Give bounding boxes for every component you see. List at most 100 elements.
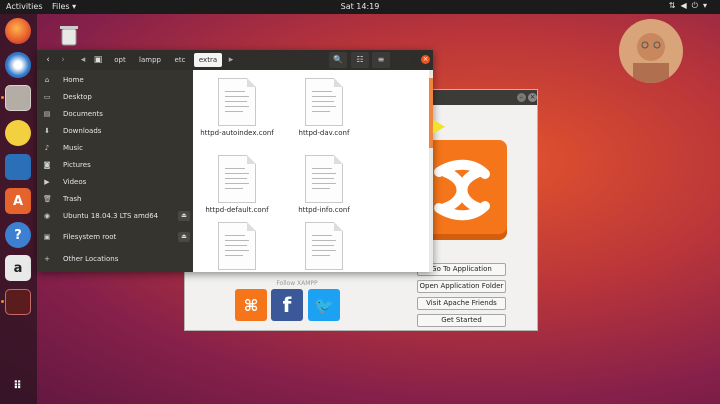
eject-icon[interactable]: ⏏ (178, 232, 190, 242)
sidebar-item-ubuntu-disc[interactable]: ◉ Ubuntu 18.04.3 LTS amd64 ⏏ (37, 208, 193, 224)
system-tray[interactable]: ⇅◀⏻▾ (669, 1, 712, 11)
file-item[interactable] (280, 222, 368, 272)
rhythmbox-icon[interactable] (5, 120, 31, 146)
search-button[interactable]: 🔍 (329, 52, 347, 68)
sidebar-item-pictures[interactable]: ◙ Pictures (37, 157, 193, 173)
sidebar-item-label: Other Locations (63, 255, 119, 263)
sidebar-item-music[interactable]: ♪ Music (37, 140, 193, 156)
thunderbird-icon[interactable] (5, 52, 31, 78)
documents-icon: ▤ (43, 110, 51, 118)
home-icon: ⌂ (44, 76, 50, 84)
sidebar: ⌂ Home ▭ Desktop ▤ Documents ⬇ Downloads ♪ Mu… (37, 70, 193, 272)
running-indicator (1, 96, 4, 99)
breadcrumb-lampp[interactable]: lampp (135, 53, 165, 67)
videos-icon: ▶ (44, 178, 50, 186)
firefox-icon[interactable] (5, 18, 31, 44)
sidebar-item-downloads[interactable]: ⬇ Downloads (37, 123, 193, 139)
chevron-down-icon: ▾ (72, 2, 77, 11)
follow-label: Follow XAMPP (276, 280, 318, 287)
facebook-icon[interactable]: f (271, 289, 303, 321)
file-item[interactable] (193, 222, 281, 272)
app-menu-files[interactable]: Files ▾ (52, 2, 76, 11)
network-icon: ⇅ (668, 1, 681, 10)
sidebar-item-label: Videos (63, 178, 87, 186)
scrollbar[interactable] (429, 70, 433, 272)
sidebar-item-label: Home (63, 76, 84, 84)
clock[interactable]: Sat 14:19 (341, 2, 380, 11)
twitter-icon[interactable]: 🐦 (308, 289, 340, 321)
desktop-trash-icon[interactable] (58, 24, 80, 46)
text-file-icon (305, 222, 343, 270)
sidebar-item-filesystem-root[interactable]: ▣ Filesystem root ⏏ (37, 229, 193, 245)
sidebar-item-label: Downloads (63, 127, 102, 135)
file-grid: httpd-autoindex.conf httpd-dav.conf http… (193, 70, 429, 272)
desktop-icon: ▭ (43, 93, 51, 101)
trash-icon: 🗑 (43, 195, 52, 203)
drive-crumb-icon[interactable]: ▣ (92, 53, 104, 67)
amazon-icon[interactable]: a (5, 255, 31, 281)
avatar (619, 19, 683, 83)
plus-icon: + (44, 255, 50, 263)
disc-icon: ◉ (43, 212, 51, 220)
downloads-icon: ⬇ (44, 127, 50, 135)
sidebar-item-label: Filesystem root (63, 233, 117, 241)
activities-button[interactable]: Activities (6, 2, 43, 11)
sidebar-item-label: Trash (63, 195, 82, 203)
eject-icon[interactable]: ⏏ (178, 211, 190, 221)
headerbar: ‹ › ◂ ▣ opt lampp etc extra ▸ 🔍 ☷ ≡ – □ … (37, 50, 433, 70)
xampp-dock-icon[interactable] (5, 289, 31, 315)
show-applications-icon[interactable]: ⠿ (5, 372, 31, 398)
sidebar-item-home[interactable]: ⌂ Home (37, 72, 193, 88)
sidebar-item-videos[interactable]: ▶ Videos (37, 174, 193, 190)
sidebar-item-label: Desktop (63, 93, 92, 101)
scroll-left-icon[interactable]: ◂ (77, 53, 89, 67)
maximize-window-button[interactable]: □ (410, 55, 419, 64)
sidebar-item-desktop[interactable]: ▭ Desktop (37, 89, 193, 105)
file-item[interactable]: httpd-dav.conf (280, 78, 368, 138)
breadcrumb-opt[interactable]: opt (109, 53, 131, 67)
writer-icon[interactable] (5, 154, 31, 180)
minimize-window-button[interactable]: – (399, 55, 408, 64)
back-button[interactable]: ‹ (42, 53, 54, 67)
pictures-icon: ◙ (43, 161, 51, 169)
files-window: ‹ › ◂ ▣ opt lampp etc extra ▸ 🔍 ☷ ≡ – □ … (37, 50, 433, 272)
close-window-button[interactable]: × (421, 55, 430, 64)
scrollbar-thumb[interactable] (429, 78, 433, 148)
sidebar-item-documents[interactable]: ▤ Documents (37, 106, 193, 122)
text-file-icon (218, 155, 256, 203)
file-item[interactable]: httpd-info.conf (280, 155, 368, 215)
xampp-social-icon[interactable]: ⌘ (235, 289, 267, 321)
software-icon[interactable]: A (5, 188, 31, 214)
sidebar-item-label: Music (63, 144, 83, 152)
files-icon[interactable] (5, 85, 31, 111)
sidebar-item-label: Ubuntu 18.04.3 LTS amd64 (63, 212, 159, 220)
app-menu-label: Files (52, 2, 70, 11)
forward-button[interactable]: › (57, 53, 69, 67)
sidebar-item-trash[interactable]: 🗑 Trash (37, 191, 193, 207)
text-file-icon (218, 78, 256, 126)
get-started-button[interactable]: Get Started (417, 314, 506, 327)
music-icon: ♪ (44, 144, 50, 152)
breadcrumb-etc[interactable]: etc (170, 53, 190, 67)
close-button[interactable]: × (528, 93, 537, 102)
power-icon: ⏻ (691, 1, 703, 10)
open-application-folder-button[interactable]: Open Application Folder (417, 280, 506, 293)
menu-button[interactable]: ≡ (372, 52, 390, 68)
file-name: httpd-autoindex.conf (200, 129, 274, 137)
file-item[interactable]: httpd-autoindex.conf (193, 78, 281, 138)
help-icon[interactable]: ? (5, 222, 31, 248)
visit-apache-friends-button[interactable]: Visit Apache Friends (417, 297, 506, 310)
top-bar: Activities Files ▾ Sat 14:19 ⇅◀⏻▾ (0, 0, 720, 14)
view-options-button[interactable]: ☷ (351, 52, 369, 68)
breadcrumb-extra[interactable]: extra (194, 53, 222, 67)
file-name: httpd-default.conf (205, 206, 269, 214)
text-file-icon (218, 222, 256, 270)
chevron-down-icon: ▾ (702, 1, 712, 10)
scroll-right-icon[interactable]: ▸ (225, 53, 237, 67)
sidebar-item-other-locations[interactable]: + Other Locations (37, 251, 193, 267)
file-item[interactable]: httpd-default.conf (193, 155, 281, 215)
minimize-button[interactable]: – (517, 93, 526, 102)
file-name: httpd-info.conf (298, 206, 350, 214)
text-file-icon (305, 155, 343, 203)
dock: A ? a ⠿ (0, 14, 37, 404)
